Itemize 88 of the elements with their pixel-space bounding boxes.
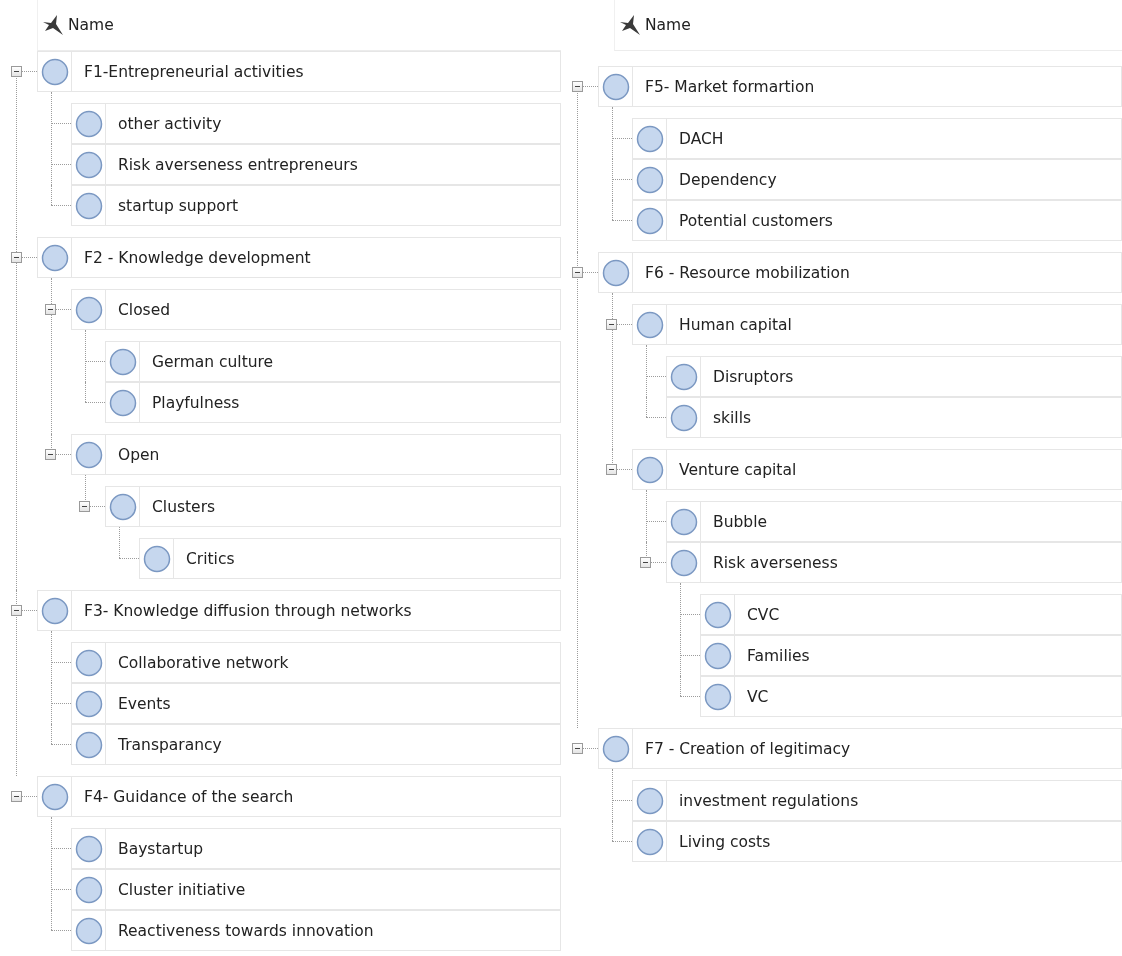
- circle-icon: [601, 72, 630, 101]
- collapse-toggle[interactable]: [11, 252, 22, 263]
- circle-icon: [669, 362, 698, 391]
- circle-icon: [108, 347, 137, 376]
- tree-item[interactable]: Dependency: [632, 159, 1122, 200]
- tree-item[interactable]: F1-Entrepreneurial activities: [37, 51, 561, 92]
- tree-item[interactable]: DACH: [632, 118, 1122, 159]
- circle-icon: [74, 648, 103, 677]
- circle-icon: [74, 150, 103, 179]
- circle-icon: [108, 388, 137, 417]
- circle-icon: [40, 596, 69, 625]
- circle-icon: [635, 124, 664, 153]
- tree-item[interactable]: Venture capital: [632, 449, 1122, 490]
- tree-item[interactable]: Events: [71, 683, 561, 724]
- collapse-toggle[interactable]: [11, 66, 22, 77]
- tree-item[interactable]: Living costs: [632, 821, 1122, 862]
- tree-item[interactable]: investment regulations: [632, 780, 1122, 821]
- circle-icon: [108, 492, 137, 521]
- tree-item[interactable]: startup support: [71, 185, 561, 226]
- circle-icon: [669, 548, 698, 577]
- tree-item[interactable]: Families: [700, 635, 1122, 676]
- collapse-toggle[interactable]: [572, 267, 583, 278]
- tree-item[interactable]: Collaborative network: [71, 642, 561, 683]
- tree-item[interactable]: Cluster initiative: [71, 869, 561, 910]
- circle-icon: [40, 782, 69, 811]
- tree-item[interactable]: VC: [700, 676, 1122, 717]
- circle-icon: [601, 258, 630, 287]
- collapse-toggle[interactable]: [640, 557, 651, 568]
- tree-item[interactable]: Risk averseness entrepreneurs: [71, 144, 561, 185]
- collapse-toggle[interactable]: [572, 743, 583, 754]
- tree-item[interactable]: Potential customers: [632, 200, 1122, 241]
- circle-icon: [703, 600, 732, 629]
- tree-item[interactable]: F7 - Creation of legitimacy: [598, 728, 1122, 769]
- tree-item[interactable]: Bubble: [666, 501, 1122, 542]
- tree-item[interactable]: F3- Knowledge diffusion through networks: [37, 590, 561, 631]
- circle-icon: [40, 57, 69, 86]
- tree-item[interactable]: Reactiveness towards innovation: [71, 910, 561, 951]
- circle-icon: [74, 916, 103, 945]
- collapse-toggle[interactable]: [606, 464, 617, 475]
- circle-icon: [74, 730, 103, 759]
- circle-icon: [703, 682, 732, 711]
- collapse-toggle[interactable]: [11, 605, 22, 616]
- tree-item[interactable]: Transparancy: [71, 724, 561, 765]
- circle-icon: [635, 786, 664, 815]
- circle-icon: [40, 243, 69, 272]
- collapse-toggle[interactable]: [11, 791, 22, 802]
- tree-item[interactable]: Closed: [71, 289, 561, 330]
- tree-item[interactable]: F4- Guidance of the search: [37, 776, 561, 817]
- circle-icon: [601, 734, 630, 763]
- collapse-toggle[interactable]: [45, 449, 56, 460]
- circle-icon: [635, 206, 664, 235]
- pin-icon: [42, 14, 64, 36]
- tree-item[interactable]: Disruptors: [666, 356, 1122, 397]
- tree-item[interactable]: Open: [71, 434, 561, 475]
- collapse-toggle[interactable]: [79, 501, 90, 512]
- circle-icon: [74, 834, 103, 863]
- tree-item[interactable]: Risk averseness: [666, 542, 1122, 583]
- tree-item[interactable]: Baystartup: [71, 828, 561, 869]
- tree-item[interactable]: other activity: [71, 103, 561, 144]
- circle-icon: [74, 440, 103, 469]
- circle-icon: [74, 875, 103, 904]
- collapse-toggle[interactable]: [45, 304, 56, 315]
- tree-item[interactable]: Clusters: [105, 486, 561, 527]
- circle-icon: [74, 689, 103, 718]
- circle-icon: [703, 641, 732, 670]
- tree-item[interactable]: Human capital: [632, 304, 1122, 345]
- circle-icon: [635, 165, 664, 194]
- circle-icon: [74, 295, 103, 324]
- circle-icon: [635, 310, 664, 339]
- tree-item[interactable]: skills: [666, 397, 1122, 438]
- circle-icon: [635, 455, 664, 484]
- tree-item[interactable]: Playfulness: [105, 382, 561, 423]
- column-header[interactable]: Name: [614, 0, 1122, 51]
- tree-item[interactable]: Critics: [139, 538, 561, 579]
- collapse-toggle[interactable]: [572, 81, 583, 92]
- circle-icon: [74, 191, 103, 220]
- collapse-toggle[interactable]: [606, 319, 617, 330]
- circle-icon: [142, 544, 171, 573]
- pin-icon: [619, 14, 641, 36]
- circle-icon: [635, 827, 664, 856]
- tree-item[interactable]: F5- Market formartion: [598, 66, 1122, 107]
- circle-icon: [74, 109, 103, 138]
- circle-icon: [669, 403, 698, 432]
- tree-item[interactable]: German culture: [105, 341, 561, 382]
- tree-item[interactable]: F6 - Resource mobilization: [598, 252, 1122, 293]
- tree-item[interactable]: F2 - Knowledge development: [37, 237, 561, 278]
- circle-icon: [669, 507, 698, 536]
- tree-item[interactable]: CVC: [700, 594, 1122, 635]
